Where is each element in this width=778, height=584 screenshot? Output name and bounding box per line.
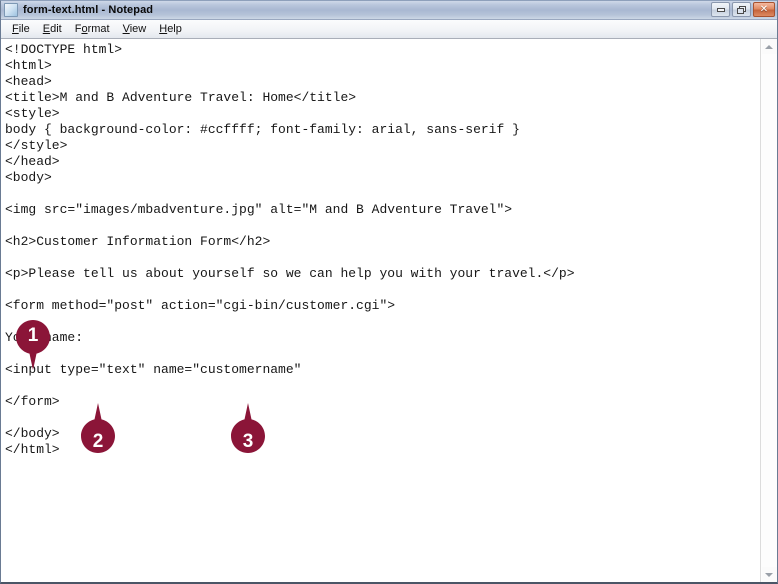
code-text: <!DOCTYPE html> <html> <head> <title>M and … <box>5 42 760 458</box>
code-line: <p>Please tell us about yourself so we c… <box>5 266 575 281</box>
menu-item-help[interactable]: Help <box>153 22 189 36</box>
code-line: <input type="text" name="customername" <box>5 362 302 377</box>
callout-marker-3: 3 <box>230 402 266 454</box>
chevron-up-icon <box>765 44 773 49</box>
code-line: <form method="post" action="cgi-bin/cust… <box>5 298 396 313</box>
code-line: </head> <box>5 154 60 169</box>
code-line: <style> <box>5 106 60 121</box>
text-editor[interactable]: <!DOCTYPE html> <html> <head> <title>M and … <box>1 39 760 582</box>
code-line: </html> <box>5 442 60 457</box>
maximize-button[interactable] <box>732 2 751 17</box>
code-line: <h2>Customer Information Form</h2> <box>5 234 271 249</box>
code-line: <!DOCTYPE html> <box>5 42 123 57</box>
scroll-down-arrow[interactable] <box>761 567 777 582</box>
callout-marker-label: 1 <box>27 325 39 346</box>
chevron-down-icon <box>765 572 773 577</box>
title-bar[interactable]: form-text.html - Notepad ✕ <box>1 1 777 20</box>
close-icon: ✕ <box>759 3 769 15</box>
callout-marker-1: 1 <box>15 319 51 371</box>
menu-item-view[interactable]: View <box>117 22 154 36</box>
editor-area: <!DOCTYPE html> <html> <head> <title>M and … <box>1 39 777 582</box>
code-line: <title>M and B Adventure Travel: Home</t… <box>5 90 357 105</box>
window-controls: ✕ <box>711 2 775 17</box>
menu-bar: File Edit Format View Help <box>1 20 777 39</box>
minimize-icon <box>716 7 725 12</box>
scroll-up-arrow[interactable] <box>761 39 777 54</box>
code-line: body { background-color: #ccffff; font-f… <box>5 122 520 137</box>
window-title: form-text.html - Notepad <box>23 4 154 16</box>
callout-marker-label: 2 <box>92 431 104 452</box>
code-line: </body> <box>5 426 60 441</box>
code-line: <html> <box>5 58 52 73</box>
notepad-window: form-text.html - Notepad ✕ File Edit For… <box>0 0 778 584</box>
callout-marker-2: 2 <box>80 402 116 454</box>
notepad-document-icon <box>4 3 18 17</box>
code-line: <body> <box>5 170 52 185</box>
vertical-scrollbar[interactable] <box>760 39 777 582</box>
code-line: <img src="images/mbadventure.jpg" alt="M… <box>5 202 513 217</box>
code-line: </style> <box>5 138 68 153</box>
close-button[interactable]: ✕ <box>753 2 775 17</box>
menu-item-format[interactable]: Format <box>69 22 117 36</box>
code-line: Your name: <box>5 330 84 345</box>
code-line: </form> <box>5 394 60 409</box>
code-line: <head> <box>5 74 52 89</box>
menu-item-edit[interactable]: Edit <box>37 22 69 36</box>
minimize-button[interactable] <box>711 2 730 17</box>
callout-marker-label: 3 <box>242 431 254 452</box>
menu-item-file[interactable]: File <box>6 22 37 36</box>
maximize-icon <box>737 5 746 14</box>
